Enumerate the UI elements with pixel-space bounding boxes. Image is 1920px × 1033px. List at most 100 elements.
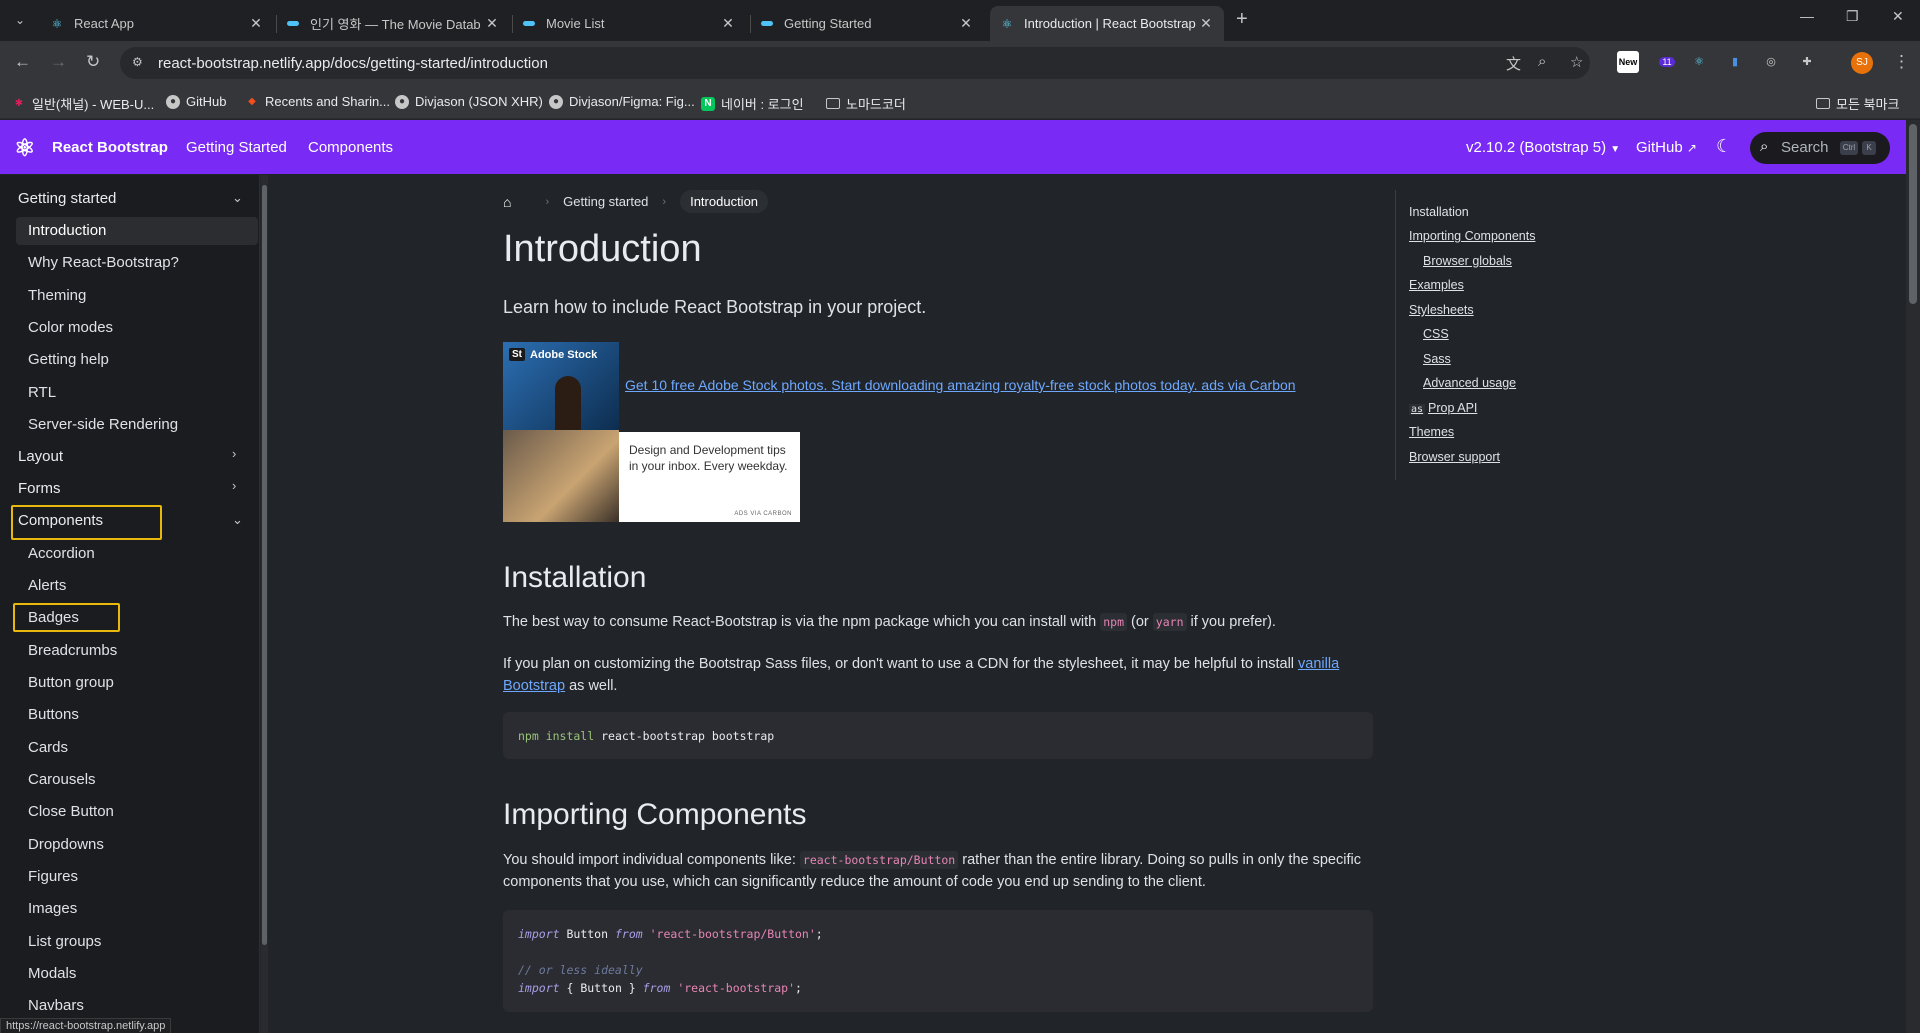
nav-components[interactable]: Components (308, 139, 393, 156)
github-icon: ● (166, 94, 180, 109)
sidebar-group-forms[interactable]: Forms (18, 480, 61, 497)
all-bookmarks[interactable]: 모든 북마크 (1816, 94, 1899, 113)
forward-icon[interactable]: → (50, 52, 67, 72)
toc-browser-support[interactable]: Browser support (1409, 450, 1500, 464)
version-dropdown[interactable]: v2.10.2 (Bootstrap 5) ▼ (1466, 139, 1620, 156)
toc-themes[interactable]: Themes (1409, 425, 1454, 439)
sidebar-item-carousels[interactable]: Carousels (28, 771, 96, 788)
react-devtools-icon[interactable]: ⚛ (1688, 51, 1710, 73)
address-bar[interactable]: ⚙ react-bootstrap.netlify.app/docs/getti… (120, 47, 1590, 79)
close-icon[interactable]: ✕ (720, 15, 736, 32)
ad-image-workspace[interactable] (503, 430, 619, 522)
minimize-icon[interactable]: — (1800, 8, 1814, 24)
ad-card[interactable]: Design and Development tips in your inbo… (619, 432, 800, 522)
docs-extension-icon[interactable]: ▮ (1724, 51, 1746, 73)
menu-kebab-icon[interactable]: ⋮ (1893, 52, 1910, 72)
code-block-import[interactable]: import Button from 'react-bootstrap/Butt… (503, 910, 1373, 1012)
sidebar-item-navbars[interactable]: Navbars (28, 997, 84, 1014)
brand-link[interactable]: ⚛ React Bootstrap (14, 134, 168, 162)
bookmark-slack[interactable]: ✱ 일반(채널) - WEB-U... (12, 94, 154, 113)
bookmark-github[interactable]: ● GitHub (166, 94, 226, 109)
toc-importing-components[interactable]: Importing Components (1409, 229, 1535, 243)
close-icon[interactable]: ✕ (1198, 15, 1214, 32)
sidebar-item-cards[interactable]: Cards (28, 739, 68, 756)
sidebar-item-button-group[interactable]: Button group (28, 674, 114, 691)
profile-avatar[interactable]: SJ (1851, 52, 1873, 74)
sidebar-item-close-button[interactable]: Close Button (28, 803, 114, 820)
docs-search-button[interactable]: ⌕ Search Ctrl K (1750, 132, 1890, 164)
home-icon[interactable]: ⌂ (503, 194, 511, 210)
toc-sass[interactable]: Sass (1423, 352, 1451, 366)
theme-toggle-moon-icon[interactable]: ☾ (1716, 136, 1732, 157)
zoom-icon[interactable]: ⌕ (1538, 53, 1546, 70)
sidebar-item-images[interactable]: Images (28, 900, 77, 917)
sidebar-item-buttons[interactable]: Buttons (28, 706, 79, 723)
sidebar-item-modals[interactable]: Modals (28, 965, 76, 982)
back-icon[interactable]: ← (14, 52, 31, 72)
sidebar-item-breadcrumbs[interactable]: Breadcrumbs (28, 642, 117, 659)
toc-advanced-usage[interactable]: Advanced usage (1423, 376, 1516, 390)
toc-stylesheets[interactable]: Stylesheets (1409, 303, 1474, 317)
close-window-icon[interactable]: ✕ (1892, 8, 1904, 25)
tab-movie-database[interactable]: 인기 영화 — The Movie Datab ✕ (276, 6, 510, 41)
sidebar-scrollbar[interactable] (261, 175, 268, 1033)
ad-link[interactable]: Get 10 free Adobe Stock photos. Start do… (625, 377, 1296, 393)
toc-browser-globals[interactable]: Browser globals (1423, 254, 1512, 268)
reload-icon[interactable]: ↻ (86, 52, 100, 72)
sidebar-group-getting-started[interactable]: Getting started (18, 190, 116, 207)
extensions-puzzle-icon[interactable]: ✚ (1796, 51, 1818, 73)
new-extension-icon[interactable]: New (1617, 51, 1639, 73)
tab-introduction[interactable]: ⚛ Introduction | React Bootstrap ✕ (990, 6, 1224, 41)
close-icon[interactable]: ✕ (484, 15, 500, 32)
sidebar-item-dropdowns[interactable]: Dropdowns (28, 836, 104, 853)
toc-installation[interactable]: Installation (1409, 205, 1469, 219)
bookmark-figma[interactable]: ◆ Recents and Sharin... (245, 94, 390, 109)
sidebar-item-getting-help[interactable]: Getting help (28, 351, 109, 368)
page-scrollbar[interactable] (1906, 120, 1920, 1033)
chevron-down-icon[interactable]: ⌄ (232, 512, 243, 528)
site-settings-icon[interactable]: ⚙ (132, 55, 143, 69)
bookmark-star-icon[interactable]: ☆ (1570, 53, 1583, 71)
sidebar-item-list-groups[interactable]: List groups (28, 933, 101, 950)
close-icon[interactable]: ✕ (248, 15, 264, 32)
bookmark-divjason-json[interactable]: ● Divjason (JSON XHR) (395, 94, 543, 109)
sidebar-scrollbar-thumb[interactable] (262, 185, 267, 945)
sidebar-item-color-modes[interactable]: Color modes (28, 319, 113, 336)
tab-search-icon[interactable]: ⌄ (8, 8, 32, 32)
bookmark-divjason-figma[interactable]: ● Divjason/Figma: Fig... (549, 94, 695, 109)
target-extension-icon[interactable]: ◎ (1760, 51, 1782, 73)
sidebar-item-why-react-bootstrap[interactable]: Why React-Bootstrap? (28, 254, 179, 271)
github-link[interactable]: GitHub ↗ (1636, 139, 1697, 156)
sidebar-item-introduction[interactable]: Introduction (28, 222, 106, 239)
url-text[interactable]: react-bootstrap.netlify.app/docs/getting… (158, 55, 548, 72)
toc-examples[interactable]: Examples (1409, 278, 1464, 292)
restore-icon[interactable]: ❐ (1846, 8, 1859, 25)
close-icon[interactable]: ✕ (958, 15, 974, 32)
toc-prop-api[interactable]: as Prop API (1409, 401, 1477, 415)
ad-image-adobe-stock[interactable]: St Adobe Stock (503, 342, 619, 430)
tab-getting-started[interactable]: Getting Started ✕ (750, 6, 984, 41)
bookmark-naver[interactable]: N 네이버 : 로그인 (701, 94, 804, 113)
breadcrumb-parent[interactable]: Getting started (563, 194, 648, 209)
nav-getting-started[interactable]: Getting Started (186, 139, 287, 156)
sidebar-item-accordion[interactable]: Accordion (28, 545, 95, 562)
sidebar-item-ssr[interactable]: Server-side Rendering (28, 416, 178, 433)
sidebar-item-alerts[interactable]: Alerts (28, 577, 66, 594)
chevron-down-icon[interactable]: ⌄ (232, 190, 243, 206)
counter-extension-icon[interactable]: 11 (1656, 51, 1678, 73)
tab-react-app[interactable]: ⚛ React App ✕ (40, 6, 274, 41)
translate-icon[interactable]: 文 (1506, 53, 1521, 74)
sidebar-group-layout[interactable]: Layout (18, 448, 63, 465)
tab-movie-list[interactable]: Movie List ✕ (512, 6, 746, 41)
new-tab-button[interactable]: + (1236, 8, 1248, 31)
bookmark-nomadcoders[interactable]: 노마드코더 (826, 94, 906, 113)
chevron-right-icon[interactable]: › (232, 478, 236, 493)
sidebar-item-theming[interactable]: Theming (28, 287, 86, 304)
chevron-right-icon[interactable]: › (232, 446, 236, 461)
toc-css[interactable]: CSS (1423, 327, 1449, 341)
code-block-npm-install[interactable]: npm install react-bootstrap bootstrap (503, 712, 1373, 759)
sidebar-item-rtl[interactable]: RTL (28, 384, 56, 401)
page-scrollbar-thumb[interactable] (1909, 124, 1917, 304)
ads-via-carbon[interactable]: ADS VIA CARBON (734, 511, 792, 517)
sidebar-item-figures[interactable]: Figures (28, 868, 78, 885)
